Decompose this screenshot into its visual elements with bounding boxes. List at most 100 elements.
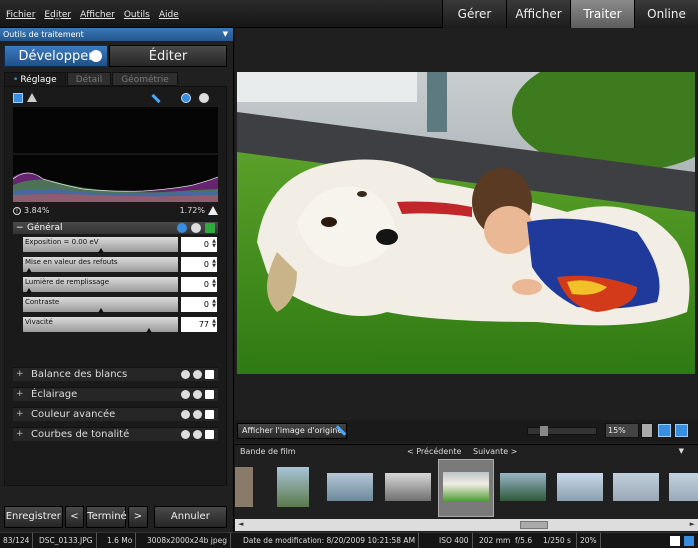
panel-header[interactable]: Outils de traitement ▼ [0,28,233,41]
slider-thumb[interactable] [98,308,104,313]
filmstrip-scrollbar[interactable]: ◄ ► [235,519,698,531]
thumbnail-selected[interactable] [438,459,494,517]
reset-icon[interactable] [181,430,190,439]
info-icon[interactable] [191,223,201,233]
thumbnail[interactable] [235,467,253,507]
general-section-header[interactable]: − Général [13,222,218,234]
mode-afficher[interactable]: Afficher [506,0,570,28]
options-circle-icon[interactable] [199,93,209,103]
slider-thumb[interactable] [98,248,104,253]
zoom-slider[interactable] [527,426,597,436]
reset-circle-icon[interactable] [181,93,191,103]
enable-checkbox-icon[interactable] [205,390,214,399]
scrollbar-thumb[interactable] [520,521,548,529]
save-button[interactable]: Enregistrer [4,506,63,528]
develop-options-icon[interactable] [90,50,102,62]
slider-value-field[interactable]: 0 ▲ ▼ [181,277,217,292]
expand-plus-icon[interactable]: + [16,429,24,439]
scroll-right-icon[interactable]: ► [690,520,695,528]
collapse-minus-icon[interactable]: − [16,222,24,234]
slider-track[interactable]: Contraste [23,297,178,313]
zoom-value[interactable]: 15% [605,423,639,438]
slider-row: Mise en valeur des refouts 0 ▲ ▼ [23,255,218,274]
fit-view-icon[interactable] [658,424,671,437]
enable-checkbox-icon[interactable] [205,223,215,233]
info-icon[interactable] [193,410,202,419]
enable-checkbox-icon[interactable] [205,430,214,439]
menu-outils[interactable]: Outils [124,10,150,20]
eyedropper-icon[interactable] [151,93,161,104]
scroll-left-icon[interactable]: ◄ [238,520,243,528]
section-advanced-color[interactable]: + Couleur avancée [13,407,218,421]
slider-value-field[interactable]: 0 ▲ ▼ [181,257,217,272]
thumbnail[interactable] [500,473,546,501]
prev-button[interactable]: < [64,506,85,528]
mode-online[interactable]: Online [634,0,698,28]
thumbnail[interactable] [669,473,698,501]
slider-value-field[interactable]: 77 ▲ ▼ [181,317,217,332]
develop-button[interactable]: Développer [4,45,108,67]
menu-fichier[interactable]: Fichier [6,10,35,20]
filmstrip-prev-button[interactable]: < Précédente [407,445,461,458]
highlight-warning-icon[interactable] [208,206,218,215]
slider-track[interactable]: Lumière de remplissage [23,277,178,293]
section-tone-curves[interactable]: + Courbes de tonalité [13,427,218,441]
spinner-icon[interactable]: ▲ ▼ [212,299,216,309]
reset-icon[interactable] [181,370,190,379]
slider-thumb[interactable] [146,328,152,333]
panel-collapse-icon[interactable]: ▼ [223,28,228,41]
actual-size-icon[interactable] [675,424,688,437]
menu-aide[interactable]: Aide [159,10,179,20]
done-button[interactable]: Terminé [86,506,127,528]
enable-checkbox-icon[interactable] [205,370,214,379]
spinner-icon[interactable]: ▲ ▼ [212,279,216,289]
reset-icon[interactable] [181,390,190,399]
thumbnail[interactable] [327,473,373,501]
show-original-button[interactable]: Afficher l'image d'origine [237,423,348,439]
slider-track[interactable]: Vivacité [23,317,178,333]
expand-plus-icon[interactable]: + [16,369,24,379]
slider-value-field[interactable]: 0 ▲ ▼ [181,237,217,252]
tab-detail[interactable]: Détail [66,72,112,86]
slider-track[interactable]: Mise en valeur des refouts [23,257,178,273]
slider-thumb[interactable] [26,288,32,293]
slider-track[interactable]: Exposition = 0.00 eV [23,237,178,253]
slider-value-field[interactable]: 0 ▲ ▼ [181,297,217,312]
edit-button[interactable]: Éditer [109,45,227,67]
status-panel-icon[interactable] [684,536,694,546]
expand-plus-icon[interactable]: + [16,409,24,419]
section-white-balance[interactable]: + Balance des blancs [13,367,218,381]
clipping-warning-icon[interactable] [27,93,37,102]
thumbnail[interactable] [277,467,309,507]
thumbnail[interactable] [557,473,603,501]
thumbnail[interactable] [385,473,431,501]
filmstrip-next-button[interactable]: Suivante > [473,445,517,458]
slider-thumb[interactable] [26,268,32,273]
menu-afficher[interactable]: Afficher [80,10,115,20]
main-photo[interactable] [237,72,695,374]
mode-traiter[interactable]: Traiter [570,0,634,28]
menu-editer[interactable]: Edi̲ter [44,10,71,20]
next-button[interactable]: > [128,506,148,528]
tab-geometrie[interactable]: Géométrie [112,72,178,86]
expand-plus-icon[interactable]: + [16,389,24,399]
filmstrip-menu-icon[interactable]: ▼ [679,445,684,458]
tab-reglage[interactable]: Réglage [4,72,66,86]
info-icon[interactable] [193,370,202,379]
section-lighting[interactable]: + Éclairage [13,387,218,401]
cancel-button[interactable]: Annuler [153,506,227,528]
spinner-icon[interactable]: ▲ ▼ [212,319,216,329]
thumbnail[interactable] [613,473,659,501]
info-icon[interactable] [193,390,202,399]
spinner-icon[interactable]: ▲ ▼ [212,239,216,249]
reset-icon[interactable] [181,410,190,419]
shadow-clip-icon[interactable]: ! [13,206,21,215]
enable-checkbox-icon[interactable] [205,410,214,419]
reset-icon[interactable] [177,223,187,233]
zoom-dropdown-icon[interactable] [641,423,653,438]
spinner-icon[interactable]: ▲ ▼ [212,259,216,269]
status-toggle-icon[interactable] [670,536,680,546]
histogram-mode-icon[interactable] [13,93,23,103]
mode-gerer[interactable]: Gérer [442,0,506,28]
info-icon[interactable] [193,430,202,439]
